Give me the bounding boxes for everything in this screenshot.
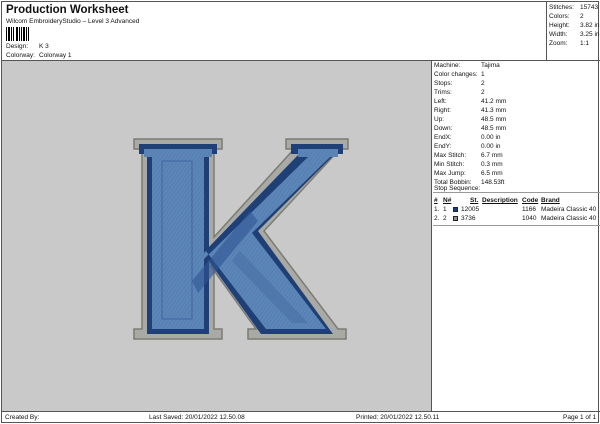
- info-down: Down: 48.5 mm: [434, 125, 507, 132]
- info-color-changes: Color changes: 1: [434, 71, 485, 78]
- info-left: Left: 41.2 mm: [434, 98, 507, 105]
- page-title: Production Worksheet: [6, 4, 129, 16]
- info-trims: Trims: 2: [434, 89, 485, 96]
- info-min-stitch: Min Stitch: 0.3 mm: [434, 161, 503, 168]
- row1-brand: Madeira Classic 40: [541, 206, 597, 213]
- stats-box: Stitches: 15743 Colors: 2 Height: 3.82 in W…: [546, 2, 600, 60]
- stat-zoom: Zoom: 1:1: [549, 40, 590, 47]
- row1-n: 1: [443, 206, 447, 213]
- design-row: Design: K 3: [6, 43, 49, 51]
- row2-color-swatch: [453, 216, 458, 221]
- row1-code: 1166: [522, 206, 536, 213]
- row2-n: 2: [443, 215, 447, 222]
- stat-stitches: Stitches: 15743: [549, 4, 599, 11]
- row2-brand: Madeira Classic 40: [541, 215, 597, 222]
- header: Production Worksheet Wilcom EmbroiderySt…: [6, 4, 536, 60]
- col-brand: Brand: [541, 197, 560, 204]
- sequence-divider: [433, 225, 600, 226]
- worksheet: Production Worksheet Wilcom EmbroiderySt…: [1, 1, 600, 423]
- colorway-label: Colorway:: [6, 52, 35, 59]
- col-code: Code: [522, 197, 539, 204]
- stat-width: Width: 3.25 in: [549, 31, 600, 38]
- stop-sequence-label: Stop Sequence:: [434, 185, 481, 192]
- col-num: #: [434, 197, 438, 204]
- software-name: Wilcom EmbroideryStudio – Level 3 Advanc…: [6, 18, 140, 25]
- row1-st: 12005: [461, 206, 480, 213]
- row2-st: 3736: [461, 215, 476, 222]
- footer-divider: [2, 411, 600, 412]
- footer-last-saved: Last Saved: 20/01/2022 12.50.08: [149, 414, 245, 421]
- info-machine: Machine: Tajima: [434, 62, 500, 69]
- row2-num: 2.: [434, 215, 440, 222]
- stat-colors: Colors: 2: [549, 13, 584, 20]
- info-max-stitch: Max Stitch: 6.7 mm: [434, 152, 503, 159]
- info-endx: EndX: 0.00 in: [434, 134, 501, 141]
- colorway-value: Colorway 1: [39, 52, 72, 59]
- footer-page: Page 1 of 1: [563, 414, 597, 421]
- info-endy: EndY: 0.00 in: [434, 143, 501, 150]
- design-value: K 3: [39, 43, 49, 50]
- letter-k-design: [133, 138, 349, 340]
- barcode-icon: [6, 27, 30, 41]
- col-n: N#: [443, 197, 452, 204]
- design-label: Design:: [6, 43, 29, 50]
- col-description: Description: [482, 197, 518, 204]
- row2-code: 1040: [522, 215, 537, 222]
- col-st: St.: [470, 197, 479, 204]
- footer-created-by: Created By:: [5, 414, 40, 421]
- row1-num: 1.: [434, 206, 440, 213]
- row1-color-swatch: [453, 207, 458, 212]
- design-preview: [2, 61, 432, 411]
- info-panel: Machine: Tajima Color changes: 1 Stops: 2 T…: [433, 61, 600, 411]
- info-max-jump: Max Jump: 6.5 mm: [434, 170, 503, 177]
- footer-printed: Printed: 20/01/2022 12.50.11: [356, 414, 440, 421]
- info-stops: Stops: 2: [434, 80, 485, 87]
- stat-height: Height: 3.82 in: [549, 22, 600, 29]
- colorway-row: Colorway: Colorway 1: [6, 52, 72, 60]
- info-up: Up: 48.5 mm: [434, 116, 507, 123]
- info-right: Right: 41.3 mm: [434, 107, 507, 114]
